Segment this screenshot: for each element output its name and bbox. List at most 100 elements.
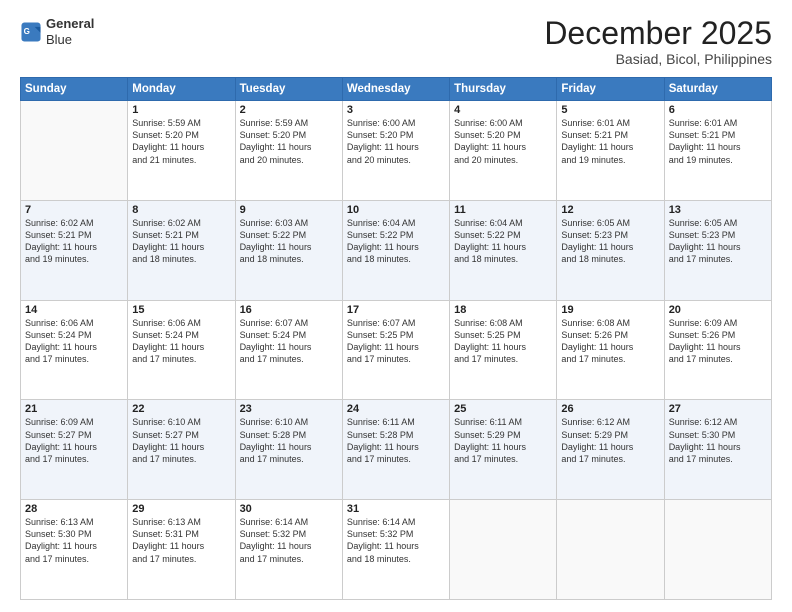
day-number: 24 [347, 403, 445, 415]
day-info: Sunrise: 6:04 AMSunset: 5:22 PMDaylight:… [454, 217, 552, 266]
calendar-cell [557, 500, 664, 600]
day-info: Sunrise: 5:59 AMSunset: 5:20 PMDaylight:… [240, 117, 338, 166]
calendar-cell: 17Sunrise: 6:07 AMSunset: 5:25 PMDayligh… [342, 300, 449, 400]
svg-text:G: G [24, 27, 30, 36]
calendar-cell: 14Sunrise: 6:06 AMSunset: 5:24 PMDayligh… [21, 300, 128, 400]
day-number: 22 [132, 403, 230, 415]
day-number: 28 [25, 503, 123, 515]
calendar-cell: 25Sunrise: 6:11 AMSunset: 5:29 PMDayligh… [450, 400, 557, 500]
day-info: Sunrise: 6:07 AMSunset: 5:25 PMDaylight:… [347, 317, 445, 366]
day-number: 7 [25, 204, 123, 216]
day-info: Sunrise: 6:10 AMSunset: 5:28 PMDaylight:… [240, 416, 338, 465]
day-info: Sunrise: 6:13 AMSunset: 5:30 PMDaylight:… [25, 516, 123, 565]
day-number: 29 [132, 503, 230, 515]
calendar-cell: 16Sunrise: 6:07 AMSunset: 5:24 PMDayligh… [235, 300, 342, 400]
day-number: 8 [132, 204, 230, 216]
day-number: 27 [669, 403, 767, 415]
logo-name-general: General [46, 16, 94, 32]
weekday-header-friday: Friday [557, 78, 664, 101]
day-info: Sunrise: 5:59 AMSunset: 5:20 PMDaylight:… [132, 117, 230, 166]
calendar-body: 1Sunrise: 5:59 AMSunset: 5:20 PMDaylight… [21, 101, 772, 600]
calendar-cell: 20Sunrise: 6:09 AMSunset: 5:26 PMDayligh… [664, 300, 771, 400]
calendar-cell: 7Sunrise: 6:02 AMSunset: 5:21 PMDaylight… [21, 200, 128, 300]
calendar-week-row: 14 Sunrise: 6:06 AMSunset: 5:24 PMDayligh… [21, 300, 772, 400]
day-info: Sunrise: 6:08 AMSunset: 5:26 PMDaylight:… [561, 317, 659, 366]
day-number: 14 [25, 304, 123, 316]
day-number: 15 [132, 304, 230, 316]
weekday-header-sunday: Sunday [21, 78, 128, 101]
calendar-cell: 4Sunrise: 6:00 AMSunset: 5:20 PMDaylight… [450, 101, 557, 201]
weekday-header-saturday: Saturday [664, 78, 771, 101]
day-number: 4 [454, 104, 552, 116]
day-info: Sunrise: 6:14 AMSunset: 5:32 PMDaylight:… [347, 516, 445, 565]
calendar-cell: 15Sunrise: 6:06 AMSunset: 5:24 PMDayligh… [128, 300, 235, 400]
calendar-cell: 28Sunrise: 6:13 AMSunset: 5:30 PMDayligh… [21, 500, 128, 600]
day-number: 17 [347, 304, 445, 316]
logo-name-blue: Blue [46, 32, 94, 48]
calendar-cell: 8Sunrise: 6:02 AMSunset: 5:21 PMDaylight… [128, 200, 235, 300]
day-info: Sunrise: 6:02 AMSunset: 5:21 PMDaylight:… [25, 217, 123, 266]
day-info: Sunrise: 6:01 AMSunset: 5:21 PMDaylight:… [669, 117, 767, 166]
calendar-header: SundayMondayTuesdayWednesdayThursdayFrid… [21, 78, 772, 101]
weekday-header-thursday: Thursday [450, 78, 557, 101]
calendar-cell: 10Sunrise: 6:04 AMSunset: 5:22 PMDayligh… [342, 200, 449, 300]
calendar-cell: 22Sunrise: 6:10 AMSunset: 5:27 PMDayligh… [128, 400, 235, 500]
day-info: Sunrise: 6:09 AMSunset: 5:26 PMDaylight:… [669, 317, 767, 366]
calendar-cell: 13Sunrise: 6:05 AMSunset: 5:23 PMDayligh… [664, 200, 771, 300]
day-info: Sunrise: 6:13 AMSunset: 5:31 PMDaylight:… [132, 516, 230, 565]
day-number: 6 [669, 104, 767, 116]
day-number: 3 [347, 104, 445, 116]
calendar-cell: 2Sunrise: 5:59 AMSunset: 5:20 PMDaylight… [235, 101, 342, 201]
day-number: 21 [25, 403, 123, 415]
day-info: Sunrise: 6:01 AMSunset: 5:21 PMDaylight:… [561, 117, 659, 166]
calendar-cell: 1Sunrise: 5:59 AMSunset: 5:20 PMDaylight… [128, 101, 235, 201]
day-info: Sunrise: 6:07 AMSunset: 5:24 PMDaylight:… [240, 317, 338, 366]
day-number: 13 [669, 204, 767, 216]
day-number: 16 [240, 304, 338, 316]
calendar-cell [450, 500, 557, 600]
location-title: Basiad, Bicol, Philippines [544, 51, 772, 67]
day-number: 10 [347, 204, 445, 216]
day-number: 20 [669, 304, 767, 316]
day-info: Sunrise: 6:10 AMSunset: 5:27 PMDaylight:… [132, 416, 230, 465]
logo-icon: G [20, 21, 42, 43]
day-info: Sunrise: 6:06 AMSunset: 5:24 PMDaylight:… [132, 317, 230, 366]
day-number: 1 [132, 104, 230, 116]
day-info: Sunrise: 6:04 AMSunset: 5:22 PMDaylight:… [347, 217, 445, 266]
day-info: Sunrise: 6:00 AMSunset: 5:20 PMDaylight:… [347, 117, 445, 166]
weekday-header-monday: Monday [128, 78, 235, 101]
calendar-cell: 9Sunrise: 6:03 AMSunset: 5:22 PMDaylight… [235, 200, 342, 300]
calendar-cell: 23Sunrise: 6:10 AMSunset: 5:28 PMDayligh… [235, 400, 342, 500]
day-number: 25 [454, 403, 552, 415]
calendar-cell: 24Sunrise: 6:11 AMSunset: 5:28 PMDayligh… [342, 400, 449, 500]
calendar-table: SundayMondayTuesdayWednesdayThursdayFrid… [20, 77, 772, 600]
day-info: Sunrise: 6:12 AMSunset: 5:29 PMDaylight:… [561, 416, 659, 465]
calendar-week-row: 7Sunrise: 6:02 AMSunset: 5:21 PMDaylight… [21, 200, 772, 300]
calendar-cell: 29Sunrise: 6:13 AMSunset: 5:31 PMDayligh… [128, 500, 235, 600]
day-info: Sunrise: 6:08 AMSunset: 5:25 PMDaylight:… [454, 317, 552, 366]
day-number: 9 [240, 204, 338, 216]
day-info: Sunrise: 6:12 AMSunset: 5:30 PMDaylight:… [669, 416, 767, 465]
calendar-cell: 31Sunrise: 6:14 AMSunset: 5:32 PMDayligh… [342, 500, 449, 600]
calendar-cell: 5Sunrise: 6:01 AMSunset: 5:21 PMDaylight… [557, 101, 664, 201]
calendar-cell [664, 500, 771, 600]
day-number: 12 [561, 204, 659, 216]
weekday-header-tuesday: Tuesday [235, 78, 342, 101]
day-number: 30 [240, 503, 338, 515]
calendar-cell: 19Sunrise: 6:08 AMSunset: 5:26 PMDayligh… [557, 300, 664, 400]
month-title: December 2025 [544, 16, 772, 51]
day-number: 26 [561, 403, 659, 415]
calendar-cell: 27Sunrise: 6:12 AMSunset: 5:30 PMDayligh… [664, 400, 771, 500]
day-number: 5 [561, 104, 659, 116]
day-number: 19 [561, 304, 659, 316]
day-number: 18 [454, 304, 552, 316]
calendar-cell: 3Sunrise: 6:00 AMSunset: 5:20 PMDaylight… [342, 101, 449, 201]
calendar-cell: 6Sunrise: 6:01 AMSunset: 5:21 PMDaylight… [664, 101, 771, 201]
logo: G General Blue [20, 16, 94, 47]
day-number: 23 [240, 403, 338, 415]
header: G General Blue December 2025 Basiad, Bic… [20, 16, 772, 67]
day-number: 2 [240, 104, 338, 116]
day-info: Sunrise: 6:00 AMSunset: 5:20 PMDaylight:… [454, 117, 552, 166]
calendar-cell [21, 101, 128, 201]
calendar-week-row: 28Sunrise: 6:13 AMSunset: 5:30 PMDayligh… [21, 500, 772, 600]
